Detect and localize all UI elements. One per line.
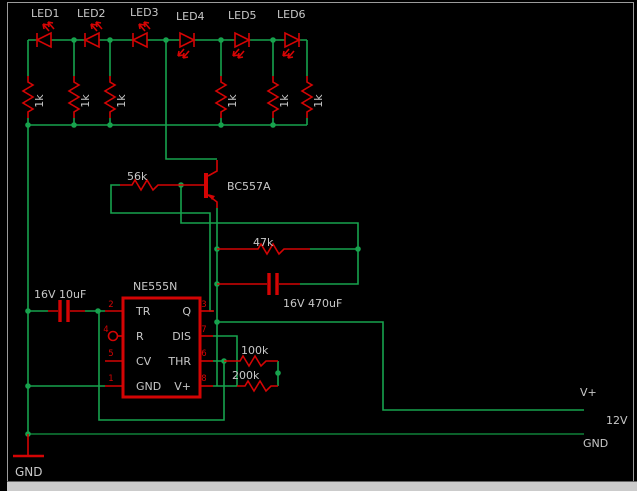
- collector-lead: [208, 160, 217, 176]
- emission-arrows-icon: [178, 49, 189, 58]
- emission-arrows-icon: [43, 22, 54, 31]
- net-label-vplus: V+: [580, 386, 597, 399]
- pin-name: TR: [135, 305, 151, 318]
- resistor-56k[interactable]: 56k: [120, 170, 181, 190]
- resistor-value: 56k: [127, 170, 148, 183]
- pin4-inversion-bubble: [109, 332, 118, 341]
- emission-arrows-icon: [283, 49, 294, 58]
- emission-arrows-icon: [91, 22, 102, 31]
- wire-center-to-collector[interactable]: [166, 40, 217, 159]
- resistor-value: 200k: [232, 369, 260, 382]
- led-label: LED2: [77, 7, 106, 20]
- pin-name: Q: [182, 305, 191, 318]
- resistor-value: 1k: [79, 94, 92, 108]
- resistor-1k-1[interactable]: 1k: [23, 76, 46, 118]
- resistor-value: 1k: [226, 94, 239, 108]
- wire-resistor-stubs[interactable]: [28, 40, 307, 125]
- pin-name: V+: [174, 380, 191, 393]
- pin-name: DIS: [172, 330, 191, 343]
- resistor-value: 47k: [253, 236, 274, 249]
- led-4[interactable]: [178, 33, 194, 58]
- resistor-1k-5[interactable]: 1k: [268, 76, 291, 118]
- resistor-1k-2[interactable]: 1k: [69, 76, 92, 118]
- resistor-value: 1k: [278, 94, 291, 108]
- pin-number: 5: [108, 349, 113, 359]
- diode-triangle: [180, 33, 194, 47]
- led-3[interactable]: [133, 22, 150, 47]
- diode-triangle: [85, 33, 99, 47]
- pin-name: THR: [167, 355, 191, 368]
- gnd-symbol[interactable]: [13, 434, 44, 456]
- resistor-value: 1k: [312, 94, 325, 108]
- led-label: LED1: [31, 7, 60, 20]
- diode-triangle: [133, 33, 147, 47]
- diode-triangle: [235, 33, 249, 47]
- pin-number: 1: [108, 374, 113, 384]
- wire-base-rc-loop[interactable]: [181, 185, 358, 284]
- resistor-1k-3[interactable]: 1k: [105, 76, 128, 118]
- wire-vplus-out[interactable]: [217, 322, 584, 410]
- capacitor-value: 16V 10uF: [34, 288, 86, 301]
- transistor-bc557a[interactable]: [181, 160, 217, 208]
- pin-number: 2: [108, 300, 113, 310]
- cap-plates: [60, 300, 68, 322]
- capacitor-value: 16V 470uF: [283, 297, 342, 310]
- pin-number: 7: [201, 325, 206, 335]
- led-6[interactable]: [283, 33, 299, 58]
- led-5[interactable]: [233, 33, 249, 58]
- resistor-1k-4[interactable]: 1k: [216, 76, 239, 118]
- resistor-value: 100k: [241, 344, 269, 357]
- resistor-47k[interactable]: 47k: [217, 236, 310, 254]
- resistor-200k[interactable]: 200k: [232, 369, 278, 391]
- resistor-100k[interactable]: 100k: [224, 344, 278, 366]
- diode-triangle: [285, 33, 299, 47]
- resistor-1k-6[interactable]: 1k: [302, 76, 325, 118]
- pin-number: 4: [103, 325, 108, 335]
- schematic-canvas[interactable]: LED1 LED2 LED3 LED4 LED5 LED6 1k 1k 1k 1…: [0, 0, 637, 491]
- led-label: LED4: [176, 10, 205, 23]
- capacitor-10uf[interactable]: 16V 10uF: [34, 288, 86, 322]
- emission-arrows-icon: [139, 22, 150, 31]
- pin-name: CV: [136, 355, 152, 368]
- capacitor-470uf[interactable]: 16V 470uF: [217, 273, 342, 310]
- net-label-12v: 12V: [606, 414, 628, 427]
- resistor-value: 1k: [33, 94, 46, 108]
- resistor-value: 1k: [115, 94, 128, 108]
- pin-name: GND: [136, 380, 161, 393]
- led-label: LED3: [130, 6, 159, 19]
- emission-arrows-icon: [233, 49, 244, 58]
- led-label: LED5: [228, 9, 257, 22]
- diode-triangle: [37, 33, 51, 47]
- bottom-scroll-strip[interactable]: [7, 482, 637, 491]
- pin-name: R: [136, 330, 144, 343]
- led-1[interactable]: [37, 22, 54, 47]
- cap-plates: [269, 273, 277, 295]
- pin-number: 3: [201, 300, 206, 310]
- led-2[interactable]: [85, 22, 102, 47]
- ic-name: NE555N: [133, 280, 177, 293]
- net-label-gnd-right: GND: [583, 437, 608, 450]
- transistor-label: BC557A: [227, 180, 271, 193]
- ic-ne555n[interactable]: NE555N 2 4 5 1 3 7 6 8 TR R CV GND Q DIS…: [103, 280, 214, 397]
- led-label: LED6: [277, 8, 306, 21]
- net-label-gnd-left: GND: [15, 465, 43, 479]
- pin-number: 6: [201, 349, 206, 359]
- pin-number: 8: [201, 374, 206, 384]
